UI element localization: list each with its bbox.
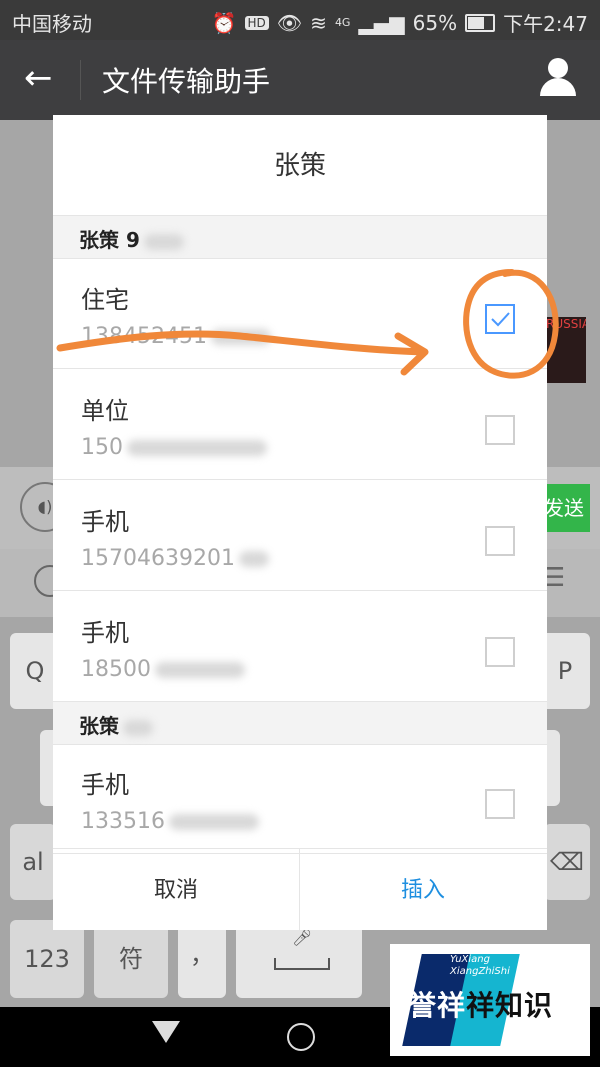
number-row[interactable]: 手机 18500 (53, 591, 547, 702)
key-symbols[interactable]: 符 (94, 920, 168, 998)
hd-badge: HD (244, 15, 269, 30)
phone-number: 133516 (81, 809, 259, 834)
battery-percent: 65% (412, 10, 458, 35)
number-type-label: 手机 (81, 771, 129, 799)
key-space[interactable]: 🎤︎ (236, 920, 362, 998)
signal-icon: ▂▄▆ (358, 10, 405, 35)
carrier-label: 中国移动 (12, 12, 92, 36)
number-type-label: 住宅 (81, 286, 129, 314)
status-icons: ⏰ HD 👁 ≋ 4G ▂▄▆ 65% 下午2:47 (212, 8, 588, 37)
watermark-line2: XiangZhiShi (450, 966, 510, 977)
insert-button[interactable]: 插入 (300, 849, 546, 931)
number-type-label: 手机 (81, 619, 129, 647)
chat-title-bar: ← 文件传输助手 (0, 40, 600, 120)
eye-icon: 👁 (276, 10, 303, 35)
clock: 下午2:47 (503, 12, 588, 36)
status-bar: 中国移动 ⏰ HD 👁 ≋ 4G ▂▄▆ 65% 下午2:47 (0, 0, 600, 40)
send-button[interactable]: 发送 (540, 484, 590, 532)
cancel-button[interactable]: 取消 (53, 849, 300, 931)
battery-icon (465, 13, 496, 32)
checkmark-icon (491, 312, 510, 327)
dialog-title: 张策 (273, 151, 326, 181)
number-row[interactable]: 手机 133516 (53, 743, 547, 854)
title-divider (80, 60, 81, 100)
image-thumbnail[interactable]: RUSSIA (546, 317, 586, 383)
phone-number: 138452451 (81, 324, 271, 349)
key-comma[interactable]: ， (178, 920, 226, 998)
number-type-label: 手机 (81, 508, 129, 536)
phone-number: 150 (81, 435, 267, 460)
checkbox[interactable] (485, 637, 515, 667)
watermark-line1: YuXiang (450, 954, 490, 965)
contact-number-dialog: 张策 张策 9 住宅 138452451 单位 150 手机 157046392… (53, 115, 547, 931)
checkbox[interactable] (485, 304, 515, 334)
group-name: 张策 (79, 710, 153, 739)
space-bar-icon (274, 958, 330, 970)
watermark-logo: YuXiang XiangZhiShi 誉祥祥知识 (390, 944, 590, 1056)
key-shift[interactable]: al (10, 824, 56, 900)
wifi-icon: ≋ (310, 10, 327, 35)
watermark-text-b: 祥知识 (466, 989, 554, 1022)
key-backspace[interactable]: ⌫ (544, 824, 590, 900)
number-row[interactable]: 手机 15704639201 (53, 480, 547, 591)
key-123[interactable]: 123 (10, 920, 84, 998)
group-header: 张策 9 (53, 215, 547, 259)
nav-home-icon[interactable] (287, 1023, 315, 1051)
network-badge: 4G (334, 16, 351, 29)
page-title: 文件传输助手 (102, 65, 271, 98)
checkbox[interactable] (485, 789, 515, 819)
key-p[interactable]: P (540, 633, 590, 709)
number-type-label: 单位 (81, 397, 129, 425)
number-row[interactable]: 单位 150 (53, 369, 547, 480)
alarm-icon: ⏰ (211, 10, 237, 35)
watermark-text-a: 誉祥 (408, 989, 467, 1022)
group-header: 张策 (53, 701, 547, 745)
back-arrow-icon[interactable]: ← (24, 58, 53, 98)
checkbox[interactable] (485, 526, 515, 556)
dialog-footer: 取消 插入 (53, 848, 547, 931)
nav-back-icon[interactable] (152, 1021, 180, 1043)
person-icon[interactable] (538, 58, 578, 98)
phone-number: 15704639201 (81, 546, 269, 571)
phone-number: 18500 (81, 657, 245, 682)
number-row[interactable]: 住宅 138452451 (53, 258, 547, 369)
checkbox[interactable] (485, 415, 515, 445)
group-name: 张策 9 (79, 224, 184, 253)
